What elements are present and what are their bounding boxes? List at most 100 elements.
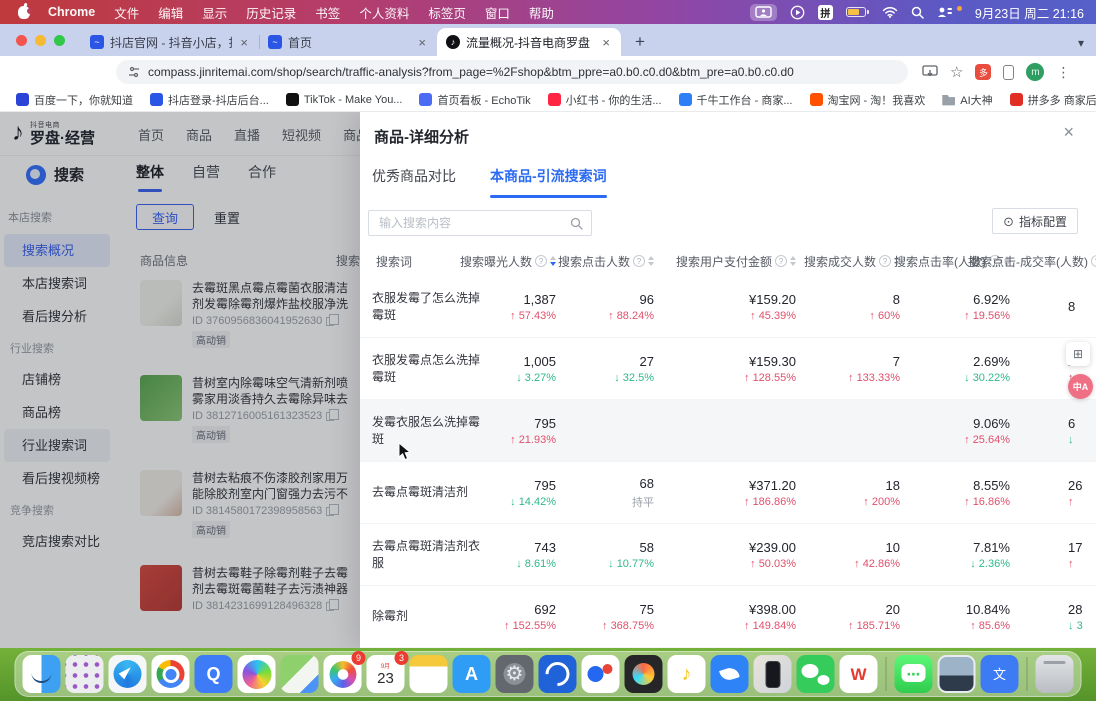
dock-icon-quark-browser[interactable]: Q — [195, 655, 233, 693]
table-column-header[interactable]: 搜索用户支付金额 ? — [668, 253, 810, 270]
help-icon[interactable]: ? — [775, 255, 787, 267]
wifi-icon[interactable] — [882, 6, 898, 18]
menubar-item[interactable]: 窗口 — [485, 3, 510, 22]
browser-tab[interactable]: ♪ 流量概况-抖音电商罗盘 × — [437, 28, 621, 56]
user-switch-icon[interactable] — [937, 6, 953, 18]
play-circle-icon[interactable] — [790, 5, 805, 20]
table-row[interactable]: 衣服发霉点怎么洗掉霉斑 1,005 3.27% 27 32.5% ¥159.30 — [360, 338, 1096, 400]
dock-icon-wps-office[interactable]: W — [840, 655, 878, 693]
bookmark-item[interactable]: 拼多多 商家后台 — [1010, 92, 1096, 108]
table-row[interactable]: 除霉剂 692 152.55% 75 368.75% ¥398.00 — [360, 586, 1096, 648]
dock-icon-launchpad[interactable] — [66, 655, 104, 693]
bookmark-star-icon[interactable]: ☆ — [950, 63, 963, 81]
table-row[interactable]: 去霉点霉斑清洁剂 795 14.42% 68 持平 ¥371.20 — [360, 462, 1096, 524]
dock-icon-trash[interactable] — [1036, 655, 1074, 693]
url-text[interactable]: compass.jinritemai.com/shop/search/traff… — [148, 65, 794, 79]
menubar-item[interactable]: 帮助 — [529, 3, 554, 22]
dock-icon-finder[interactable] — [23, 655, 61, 693]
dock-icon-photos[interactable]: 9 — [324, 655, 362, 693]
spotlight-search-icon[interactable] — [911, 6, 924, 19]
send-to-device-icon[interactable] — [922, 65, 938, 79]
bookmark-item[interactable]: 千牛工作台 - 商家... — [679, 92, 793, 108]
menubar-item[interactable]: Chrome — [48, 5, 95, 19]
close-icon[interactable]: × — [1063, 122, 1074, 143]
pay-amount-cell: ¥398.00 149.84% — [668, 602, 810, 632]
menubar-item[interactable]: 书签 — [315, 3, 340, 22]
help-icon[interactable]: ? — [633, 255, 645, 267]
tab-close-icon[interactable]: × — [600, 35, 612, 50]
dock-icon-app-store[interactable]: A — [453, 655, 491, 693]
profile-avatar[interactable]: m — [1026, 63, 1044, 81]
tab-close-icon[interactable]: × — [416, 35, 428, 50]
bookmark-item[interactable]: TikTok - Make You... — [286, 93, 403, 106]
menubar-item[interactable]: 个人资料 — [359, 3, 409, 22]
dock-icon-docs-app[interactable]: 文 — [981, 655, 1019, 693]
drawer-tab-tab-excellent-compare[interactable]: 优秀商品对比 — [372, 166, 456, 198]
browser-menu-icon[interactable]: ⋮ — [1056, 64, 1070, 81]
sort-icon[interactable] — [790, 256, 796, 266]
table-row[interactable]: 发霉衣服怎么洗掉霉斑 795 21.93% — [360, 400, 1096, 462]
bookmark-item[interactable]: 小红书 - 你的生活... — [548, 92, 662, 108]
sort-icon[interactable] — [648, 256, 654, 266]
keyword-search-input[interactable] — [377, 215, 564, 231]
dock-icon-pinwheel-browser[interactable] — [238, 655, 276, 693]
dock-icon-safari[interactable] — [109, 655, 147, 693]
table-column-header[interactable]: 搜索点击-成交率(人数) ? — [1024, 253, 1096, 270]
apple-menu-icon[interactable] — [18, 6, 30, 19]
dock-icon-dingtalk[interactable] — [711, 655, 749, 693]
tab-search-chevron-icon[interactable]: ▾ — [1078, 36, 1084, 50]
url-bar[interactable]: compass.jinritemai.com/shop/search/traff… — [116, 60, 908, 84]
dock-icon-maps[interactable] — [281, 655, 319, 693]
table-column-header[interactable]: 搜索点击人数 ? — [570, 253, 668, 270]
sort-icon[interactable] — [550, 256, 556, 266]
dock-icon-xunlei[interactable] — [539, 655, 577, 693]
help-icon[interactable]: ? — [879, 255, 891, 267]
dock-icon-chrome[interactable] — [152, 655, 190, 693]
drawer-tab-tab-traffic-keywords[interactable]: 本商品-引流搜索词 — [490, 166, 607, 198]
window-minimize-button[interactable] — [35, 35, 46, 46]
bookmark-item[interactable]: 抖店登录-抖店后台... — [150, 92, 269, 108]
help-icon[interactable]: ? — [1091, 255, 1096, 267]
table-row[interactable]: 衣服发霉了怎么洗掉霉斑 1,387 57.43% 96 88.24% ¥159.… — [360, 276, 1096, 338]
bookmark-item[interactable]: 淘宝网 - 淘！我喜欢 — [810, 92, 926, 108]
dock-icon-meeting-app[interactable] — [582, 655, 620, 693]
battery-icon[interactable] — [846, 7, 869, 17]
site-settings-icon[interactable] — [128, 66, 140, 78]
window-zoom-button[interactable] — [54, 35, 65, 46]
translate-button[interactable]: 中A — [1068, 374, 1093, 399]
browser-tab[interactable]: ~ 抖店官网 - 抖音小店，抖音电... × — [81, 28, 259, 56]
menubar-item[interactable]: 文件 — [114, 3, 139, 22]
bookmark-item[interactable]: AI大神 — [942, 92, 992, 108]
metric-config-button[interactable]: ⊙ 指标配置 — [992, 208, 1078, 234]
dock-icon-system-settings[interactable]: ⚙ — [496, 655, 534, 693]
dock-icon-wechat[interactable] — [797, 655, 835, 693]
help-icon[interactable]: ? — [535, 255, 547, 267]
widget-grid-icon[interactable]: ⊞ — [1066, 342, 1090, 366]
browser-tab[interactable]: ~ 首页 × — [259, 28, 437, 56]
menubar-item[interactable]: 标签页 — [428, 3, 466, 22]
keyword-search-box[interactable] — [368, 210, 592, 236]
window-close-button[interactable] — [16, 35, 27, 46]
dock-icon-iphone-mirroring[interactable] — [754, 655, 792, 693]
tab-close-icon[interactable]: × — [238, 35, 250, 50]
input-method-icon[interactable]: 拼 — [818, 5, 833, 20]
menubar-item[interactable]: 显示 — [202, 3, 227, 22]
dock-icon-qq-music[interactable]: ♪ — [668, 655, 706, 693]
menubar-clock[interactable]: 9月23日 周二 21:16 — [975, 3, 1084, 22]
new-tab-button[interactable]: + — [627, 29, 653, 55]
dock-icon-media-app[interactable] — [625, 655, 663, 693]
bookmark-item[interactable]: 百度一下，你就知道 — [16, 92, 133, 108]
dock-icon-window-preview[interactable] — [938, 655, 976, 693]
dock-icon-calendar[interactable]: 9月23 3 — [367, 655, 405, 693]
search-icon[interactable] — [570, 217, 583, 230]
menubar-item[interactable]: 编辑 — [158, 3, 183, 22]
extension-pdd-icon[interactable]: 多 — [975, 64, 991, 80]
extension-icon[interactable] — [1003, 65, 1014, 80]
table-row[interactable]: 去霉点霉斑清洁剂衣服 743 8.61% 58 10.77% ¥239.00 — [360, 524, 1096, 586]
menubar-item[interactable]: 历史记录 — [246, 3, 296, 22]
screen-mirroring-icon[interactable] — [750, 4, 777, 21]
dock-icon-messages[interactable]: ⋯ — [895, 655, 933, 693]
bookmark-item[interactable]: 首页看板 - EchoTik — [419, 92, 530, 108]
keyword-cell: 衣服发霉了怎么洗掉霉斑 — [372, 290, 490, 324]
dock-icon-notes[interactable] — [410, 655, 448, 693]
